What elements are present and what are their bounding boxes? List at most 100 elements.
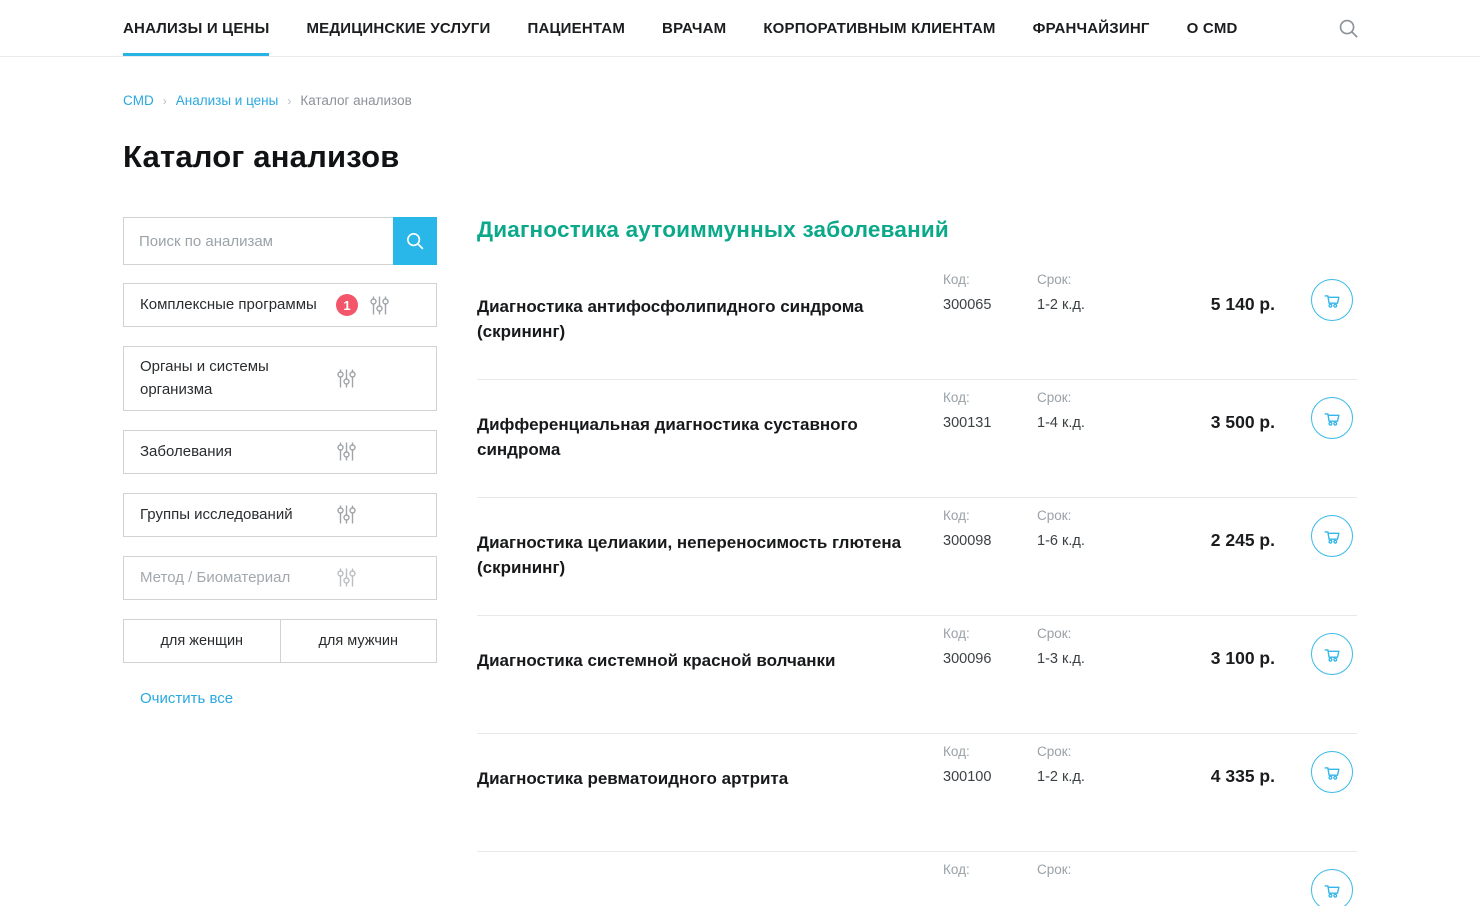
test-term: Срок: 1-2 к.д. xyxy=(1037,744,1151,785)
term-label: Срок: xyxy=(1037,862,1151,877)
filter-label: Группы исследований xyxy=(140,503,336,526)
test-term: Срок: 1-2 к.д. xyxy=(1037,272,1151,313)
filter-diseases[interactable]: Заболевания xyxy=(123,430,437,474)
sliders-icon xyxy=(336,504,358,525)
cart-icon xyxy=(1321,643,1343,665)
test-term: Срок: 1-3 к.д. xyxy=(1037,626,1151,667)
nav-item-o-cmd[interactable]: О CMD xyxy=(1187,0,1238,56)
filter-for-women-button[interactable]: для женщин xyxy=(124,620,281,662)
test-code: Код: 300065 xyxy=(943,272,1037,313)
term-value: 1-6 к.д. xyxy=(1037,533,1151,549)
code-label: Код: xyxy=(943,508,1037,523)
section-title: Диагностика аутоиммунных заболеваний xyxy=(477,217,1357,243)
code-value: 300098 xyxy=(943,533,1037,549)
test-row: Диагностика ревматоидного артрита Код: 3… xyxy=(477,734,1357,852)
test-code: Код: xyxy=(943,862,1037,887)
filter-research-groups[interactable]: Группы исследований xyxy=(123,493,437,537)
test-price: 2 245 р. xyxy=(1151,530,1277,551)
filter-organs-systems[interactable]: Органы и системы организма xyxy=(123,346,437,411)
term-value: 1-4 к.д. xyxy=(1037,415,1151,431)
filter-label: Метод / Биоматериал xyxy=(140,566,336,589)
test-row: Диагностика антифосфолипидного синдрома … xyxy=(477,262,1357,380)
breadcrumb-separator: › xyxy=(163,94,167,108)
test-row: Код: Срок: xyxy=(477,852,1357,906)
search-icon xyxy=(1337,17,1360,40)
nav-item-korporativnym-klientam[interactable]: КОРПОРАТИВНЫМ КЛИЕНТАМ xyxy=(763,0,995,56)
breadcrumb-current: Каталог анализов xyxy=(300,93,411,108)
nav-item-franchajzing[interactable]: ФРАНЧАЙЗИНГ xyxy=(1033,0,1150,56)
test-term: Срок: 1-4 к.д. xyxy=(1037,390,1151,431)
test-name[interactable]: Диагностика ревматоидного артрита xyxy=(477,767,943,792)
code-label: Код: xyxy=(943,272,1037,287)
nav-item-pacientam[interactable]: ПАЦИЕНТАМ xyxy=(527,0,625,56)
clear-all-filters-link[interactable]: Очистить все xyxy=(140,690,233,707)
add-to-cart-button[interactable] xyxy=(1311,279,1353,321)
nav-item-medicinskie-uslugi[interactable]: МЕДИЦИНСКИЕ УСЛУГИ xyxy=(306,0,490,56)
test-code: Код: 300100 xyxy=(943,744,1037,785)
analysis-search-submit-button[interactable] xyxy=(393,217,437,265)
cart-icon xyxy=(1321,289,1343,311)
test-code: Код: 300098 xyxy=(943,508,1037,549)
analysis-search xyxy=(123,217,437,265)
test-name[interactable]: Диагностика антифосфолипидного синдрома … xyxy=(477,295,943,344)
test-code: Код: 300131 xyxy=(943,390,1037,431)
cart-icon xyxy=(1321,525,1343,547)
term-label: Срок: xyxy=(1037,272,1151,287)
cart-cell xyxy=(1277,862,1357,906)
filter-label: Комплексные программы xyxy=(140,293,336,316)
breadcrumb-link-cmd[interactable]: CMD xyxy=(123,93,154,108)
breadcrumb-separator: › xyxy=(287,94,291,108)
filter-method-biomaterial[interactable]: Метод / Биоматериал xyxy=(123,556,437,600)
term-value: 1-2 к.д. xyxy=(1037,769,1151,785)
sliders-icon xyxy=(336,567,358,588)
sliders-icon xyxy=(336,441,358,462)
top-navigation: АНАЛИЗЫ И ЦЕНЫ МЕДИЦИНСКИЕ УСЛУГИ ПАЦИЕН… xyxy=(0,0,1480,57)
nav-item-analyzy-i-ceny[interactable]: АНАЛИЗЫ И ЦЕНЫ xyxy=(123,0,269,56)
nav-item-vracham[interactable]: ВРАЧАМ xyxy=(662,0,726,56)
code-value: 300096 xyxy=(943,651,1037,667)
test-row: Диагностика целиакии, непереносимость гл… xyxy=(477,498,1357,616)
add-to-cart-button[interactable] xyxy=(1311,869,1353,906)
filter-for-men-button[interactable]: для мужчин xyxy=(281,620,437,662)
test-row: Диагностика системной красной волчанки К… xyxy=(477,616,1357,734)
breadcrumb-link-analyzy[interactable]: Анализы и цены xyxy=(176,93,279,108)
add-to-cart-button[interactable] xyxy=(1311,515,1353,557)
term-value: 1-3 к.д. xyxy=(1037,651,1151,667)
test-name[interactable]: Диагностика целиакии, непереносимость гл… xyxy=(477,531,943,580)
cart-cell xyxy=(1277,272,1357,321)
term-value: 1-2 к.д. xyxy=(1037,297,1151,313)
cart-cell xyxy=(1277,744,1357,793)
test-price: 3 100 р. xyxy=(1151,648,1277,669)
analysis-search-input[interactable] xyxy=(123,217,393,265)
filters-sidebar: Комплексные программы 1 Органы и системы… xyxy=(123,217,437,906)
code-label: Код: xyxy=(943,744,1037,759)
breadcrumb: CMD › Анализы и цены › Каталог анализов xyxy=(123,93,1357,108)
cart-icon xyxy=(1321,879,1343,901)
test-row: Дифференциальная диагностика суставного … xyxy=(477,380,1357,498)
test-name[interactable]: Диагностика системной красной волчанки xyxy=(477,649,943,674)
cart-cell xyxy=(1277,508,1357,557)
search-icon xyxy=(404,230,426,252)
header-search-button[interactable] xyxy=(1337,0,1360,56)
filter-label: Заболевания xyxy=(140,440,336,463)
add-to-cart-button[interactable] xyxy=(1311,751,1353,793)
cart-cell xyxy=(1277,390,1357,439)
add-to-cart-button[interactable] xyxy=(1311,397,1353,439)
filter-label: Органы и системы организма xyxy=(140,355,336,402)
filter-count-badge: 1 xyxy=(336,294,358,316)
filter-complex-programs[interactable]: Комплексные программы 1 xyxy=(123,283,437,327)
cart-icon xyxy=(1321,761,1343,783)
code-label: Код: xyxy=(943,390,1037,405)
page-title: Каталог анализов xyxy=(123,139,1357,175)
test-term: Срок: 1-6 к.д. xyxy=(1037,508,1151,549)
test-term: Срок: xyxy=(1037,862,1151,887)
cart-cell xyxy=(1277,626,1357,675)
code-value: 300065 xyxy=(943,297,1037,313)
test-name[interactable]: Дифференциальная диагностика суставного … xyxy=(477,413,943,462)
test-price: 4 335 р. xyxy=(1151,766,1277,787)
code-value: 300100 xyxy=(943,769,1037,785)
code-value: 300131 xyxy=(943,415,1037,431)
cart-icon xyxy=(1321,407,1343,429)
add-to-cart-button[interactable] xyxy=(1311,633,1353,675)
test-price: 3 500 р. xyxy=(1151,412,1277,433)
